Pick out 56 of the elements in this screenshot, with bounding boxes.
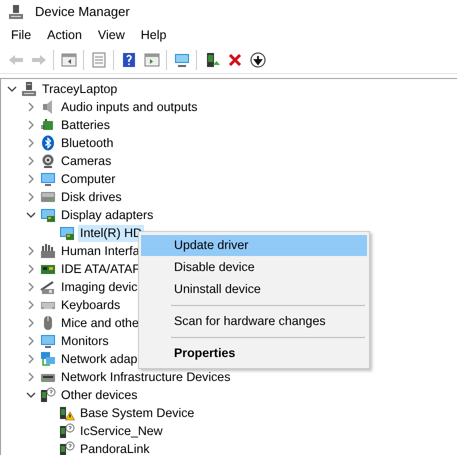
tree-item[interactable]: IcService_New [78,422,165,440]
display-adapter-icon [59,225,75,241]
monitor-icon [40,171,56,187]
menu-item[interactable]: Scan for hardware changes [141,311,367,332]
download-icon [250,52,266,68]
tree-item[interactable]: Computer [59,170,118,188]
tree-item[interactable]: Monitors [59,332,111,350]
monitor-search-icon [174,52,190,68]
unknown-device-icon [40,387,56,403]
menu-item[interactable]: View [90,24,133,46]
menu-item[interactable]: Disable device [141,257,367,278]
scanner-icon [40,279,56,295]
tree-item[interactable]: Network Infrastructure Devices [59,368,232,386]
battery-icon [40,117,56,133]
monitor-icon [40,333,56,349]
tree-item[interactable]: Human Interfa [59,242,142,260]
tree-item[interactable]: Imaging devic [59,278,140,296]
action-pane-icon [144,52,160,68]
webcam-icon [40,153,56,169]
tree-item[interactable]: Audio inputs and outputs [59,98,200,116]
tree-item[interactable]: TraceyLaptop [40,80,120,98]
tree-item[interactable]: Display adapters [59,206,156,224]
console-tree-icon [60,52,76,68]
tree-item[interactable]: Cameras [59,152,114,170]
properties-icon [90,52,106,68]
tree-item[interactable]: Batteries [59,116,112,134]
tree-item[interactable]: Mice and othe [59,314,141,332]
menu-item[interactable]: File [3,24,40,46]
bluetooth-icon [40,135,56,151]
disk-drive-icon [40,189,56,205]
tree-item[interactable]: Other devices [59,386,140,404]
tree-item[interactable]: Disk drives [59,188,124,206]
unknown-device-icon [59,423,75,439]
tree-item[interactable]: Keyboards [59,296,122,314]
menu-item[interactable]: Help [132,24,174,46]
display-adapter-icon [40,207,56,223]
delete-icon [226,52,242,68]
collapse-chevron-icon[interactable] [26,211,36,219]
computer-icon [21,81,37,97]
menu-item[interactable]: Uninstall device [141,279,367,300]
network-icon [40,351,56,367]
collapse-chevron-icon[interactable] [7,85,17,93]
menu-item[interactable]: Properties [141,343,367,364]
warning-device-icon [59,405,75,421]
window-title: Device Manager [35,3,130,22]
keyboard-hand-icon [40,243,56,259]
menu-item[interactable]: Action [39,24,90,46]
app-icon [8,4,24,20]
help-icon [120,52,136,68]
collapse-chevron-icon[interactable] [26,391,36,399]
tree-item[interactable]: Base System Device [78,404,196,422]
unknown-device-icon [59,441,75,455]
menu-item[interactable]: Update driver [141,235,367,256]
tree-item[interactable]: Network adap [59,350,140,368]
tree-item[interactable]: PandoraLink [78,440,152,455]
tree-item[interactable]: Bluetooth [59,134,116,152]
